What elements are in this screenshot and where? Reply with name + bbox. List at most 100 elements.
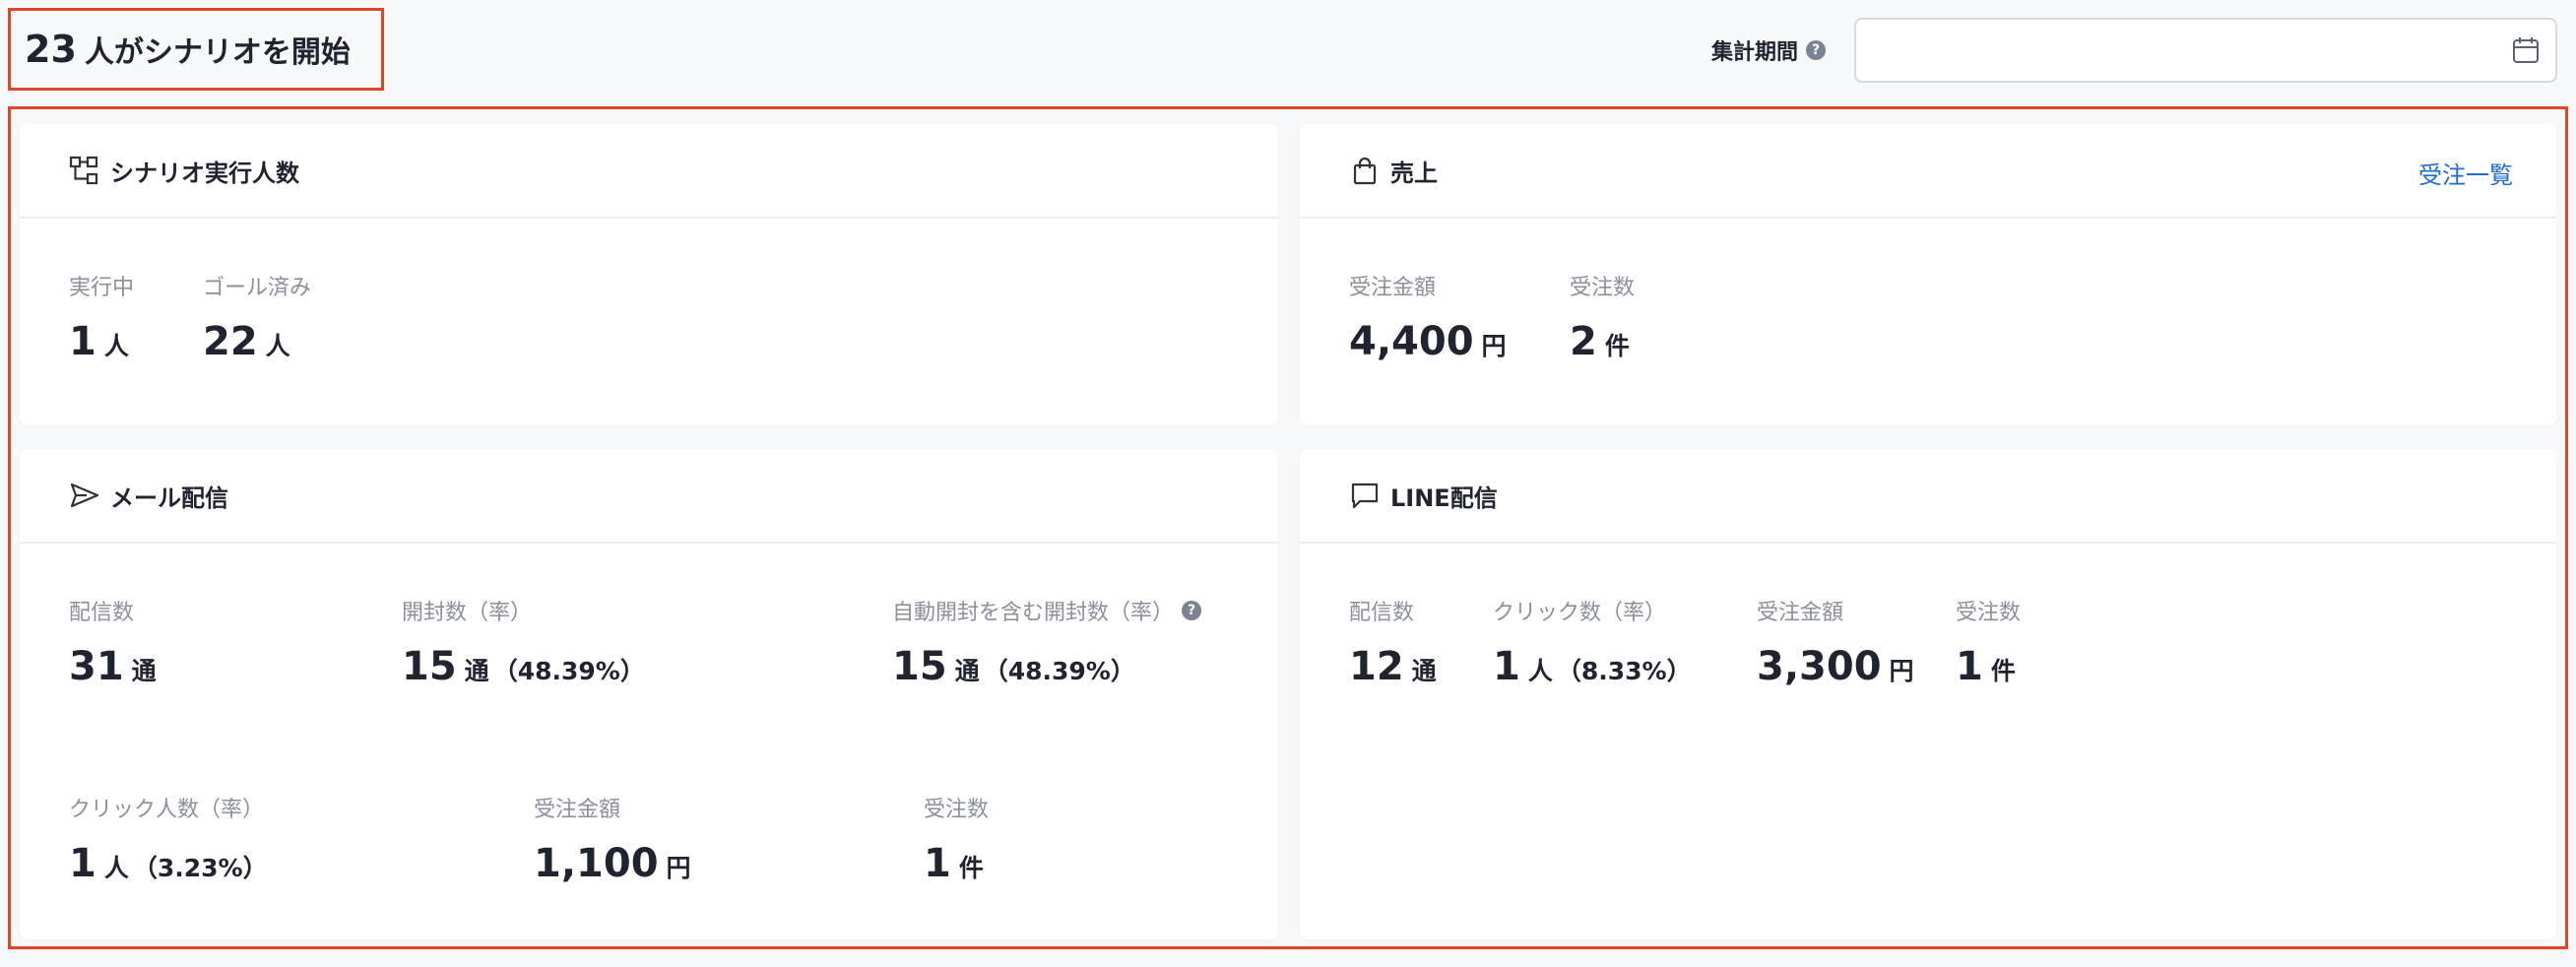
stat-label: クリック数（率） [1493, 601, 1667, 625]
stat-line-clicks: クリック数（率） 1 人 （8.33%） [1493, 595, 1692, 689]
stat-unit: 通 [954, 657, 980, 685]
stat-label: クリック人数（率） [69, 798, 265, 822]
stat-unit: 件 [1604, 332, 1630, 360]
stat-unit: 円 [666, 854, 691, 882]
stat-value: 3,300 円 [1757, 644, 1914, 689]
stat-label: 受注数 [1570, 276, 1636, 300]
order-list-link[interactable]: 受注一覧 [2418, 156, 2513, 190]
stat-unit: 件 [958, 854, 984, 882]
stat-number: 1 [69, 841, 97, 886]
stat-mail-clicks: クリック人数（率） 1 人 （3.23%） [69, 792, 268, 886]
shopping-bag-icon [1349, 155, 1381, 186]
stat-number: 12 [1349, 644, 1404, 689]
mail-card-title: メール配信 [110, 484, 228, 512]
stat-value: 4,400 円 [1349, 319, 1507, 364]
stat-rate: （3.23%） [132, 854, 268, 882]
stat-unit: 人 [103, 332, 129, 360]
sales-card-title: 売上 [1390, 159, 1438, 187]
calendar-icon[interactable] [2511, 35, 2541, 65]
line-card-header: LINE配信 [1300, 449, 2556, 544]
stat-label-text: 自動開封を含む開封数（率） [892, 601, 1175, 625]
stat-number: 15 [402, 644, 457, 689]
period-date-input[interactable] [1854, 18, 2557, 83]
title-highlight-box: 23 人がシナリオを開始 [8, 8, 384, 91]
stat-label: 配信数 [69, 601, 135, 625]
chat-bubble-icon [1349, 480, 1381, 511]
stat-rate: （48.39%） [983, 657, 1135, 685]
stat-order-count: 受注数 2 件 [1570, 270, 1635, 364]
stat-number: 4,400 [1349, 319, 1474, 364]
stat-label: ゴール済み [203, 276, 312, 300]
stat-label: 受注金額 [1757, 601, 1844, 625]
stat-line-order-count: 受注数 1 件 [1956, 595, 2021, 689]
stat-label: 受注数 [924, 798, 990, 822]
stat-number: 3,300 [1757, 644, 1882, 689]
stat-running: 実行中 1 人 [69, 270, 134, 364]
stat-unit: 通 [1411, 657, 1437, 685]
stat-unit: 人 [103, 854, 129, 882]
stat-rate: （48.39%） [492, 657, 645, 685]
stat-mail-sent: 配信数 31 通 [69, 595, 157, 689]
stat-label: 開封数（率） [402, 601, 533, 625]
stat-label: 受注金額 [1349, 276, 1437, 300]
stat-value: 22 人 [203, 319, 311, 364]
stat-number: 1 [1493, 644, 1520, 689]
stat-unit: 件 [1990, 657, 2016, 685]
stat-value: 12 通 [1349, 644, 1437, 689]
started-count: 23 [25, 28, 77, 71]
mail-card: メール配信 配信数 31 通 開封数（率） 15 通 （48.39%） 自動開封… [20, 449, 1278, 939]
stat-unit: 通 [464, 657, 489, 685]
send-icon [69, 480, 100, 511]
stat-unit: 円 [1889, 657, 1914, 685]
stat-number: 1 [69, 319, 97, 364]
stat-unit: 円 [1481, 332, 1507, 360]
stat-number: 1 [1956, 644, 1983, 689]
stat-line-sent: 配信数 12 通 [1349, 595, 1437, 689]
help-icon[interactable]: ? [1182, 601, 1202, 620]
help-icon[interactable]: ? [1806, 40, 1827, 60]
stat-value: 1 人 （8.33%） [1493, 644, 1692, 689]
stat-value: 1 件 [924, 841, 989, 886]
line-card: LINE配信 配信数 12 通 クリック数（率） 1 人 （8.33%） 受注金… [1300, 449, 2556, 939]
stat-number: 22 [203, 319, 258, 364]
stat-label: 実行中 [69, 276, 135, 300]
stat-number: 1,100 [534, 841, 659, 886]
stat-value: 15 通 （48.39%） [402, 644, 645, 689]
stat-unit: 人 [1527, 657, 1553, 685]
stat-line-order-amount: 受注金額 3,300 円 [1757, 595, 1914, 689]
stat-number: 2 [1570, 319, 1597, 364]
stat-number: 1 [924, 841, 951, 886]
stat-mail-opened: 開封数（率） 15 通 （48.39%） [402, 595, 645, 689]
line-card-title: LINE配信 [1390, 484, 1498, 512]
stat-value: 1 件 [1956, 644, 2021, 689]
stat-value: 1,100 円 [534, 841, 691, 886]
stat-mail-opened-auto: 自動開封を含む開封数（率） ? 15 通 （48.39%） [892, 595, 1202, 689]
scenario-card-header: シナリオ実行人数 [20, 124, 1278, 219]
stat-label: 受注数 [1956, 601, 2022, 625]
period-label: 集計期間 [1711, 40, 1799, 65]
stat-rate: （8.33%） [1556, 657, 1692, 685]
stat-value: 1 人 （3.23%） [69, 841, 268, 886]
stat-unit: 人 [265, 332, 290, 360]
sales-card: 売上 受注一覧 受注金額 4,400 円 受注数 2 件 [1300, 124, 2556, 425]
stat-value: 15 通 （48.39%） [892, 644, 1201, 689]
stat-unit: 通 [131, 657, 157, 685]
stat-value: 2 件 [1570, 319, 1635, 364]
stat-label: 自動開封を含む開封数（率） ? [892, 595, 1202, 626]
stat-order-amount: 受注金額 4,400 円 [1349, 270, 1507, 364]
scenario-card-title: シナリオ実行人数 [110, 159, 299, 187]
stat-number: 15 [892, 644, 947, 689]
scenario-flow-icon [69, 155, 100, 186]
mail-card-header: メール配信 [20, 449, 1278, 544]
stat-value: 1 人 [69, 319, 134, 364]
stat-label: 配信数 [1349, 601, 1415, 625]
stat-value: 31 通 [69, 644, 157, 689]
stat-mail-order-count: 受注数 1 件 [924, 792, 989, 886]
stat-goal-reached: ゴール済み 22 人 [203, 270, 311, 364]
sales-card-header: 売上 [1300, 124, 2556, 219]
stat-label: 受注金額 [534, 798, 621, 822]
stat-number: 31 [69, 644, 124, 689]
scenario-card: シナリオ実行人数 実行中 1 人 ゴール済み 22 人 [20, 124, 1278, 425]
period-label-group: 集計期間 ? [1711, 18, 1827, 83]
stat-mail-order-amount: 受注金額 1,100 円 [534, 792, 691, 886]
